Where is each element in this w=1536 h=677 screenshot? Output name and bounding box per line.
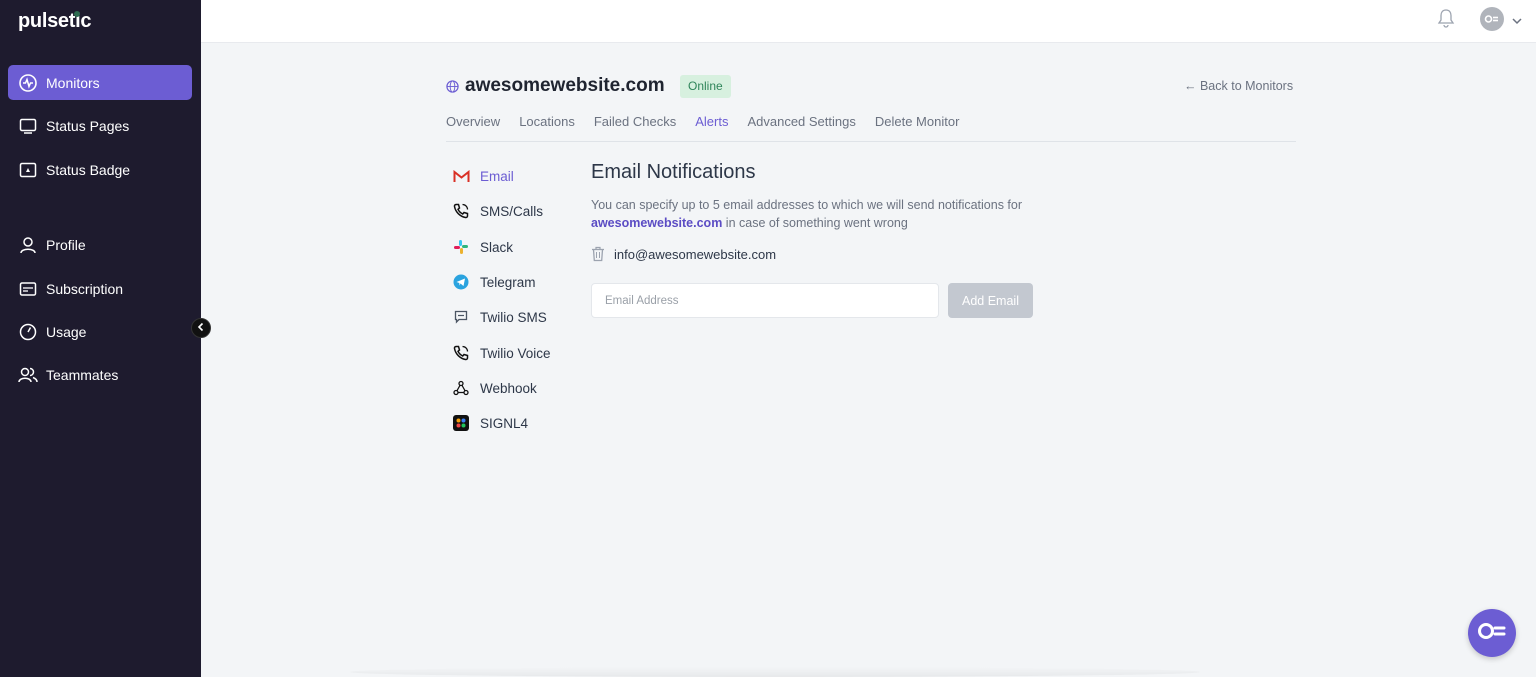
channel-signl4[interactable]: SIGNL4 <box>452 412 528 434</box>
sidebar-item-profile[interactable]: Profile <box>8 227 192 262</box>
status-badge: Online <box>680 75 731 98</box>
channel-label: SMS/Calls <box>480 203 544 219</box>
channel-twilio-voice[interactable]: Twilio Voice <box>452 342 551 364</box>
add-email-button[interactable]: Add Email <box>948 283 1033 318</box>
sidebar-item-monitors[interactable]: Monitors <box>8 65 192 100</box>
tab-delete-monitor[interactable]: Delete Monitor <box>875 114 960 129</box>
slack-icon <box>452 238 470 256</box>
email-list-item: info@awesomewebsite.com <box>591 245 776 263</box>
description-text: in case of something went wrong <box>722 216 908 230</box>
channel-label: Telegram <box>480 274 536 290</box>
description-text: You can specify up to 5 email addresses … <box>591 198 1023 212</box>
chevron-left-icon <box>196 319 206 337</box>
channel-email[interactable]: Email <box>452 165 514 187</box>
channel-twilio-sms[interactable]: Twilio SMS <box>452 306 547 328</box>
channel-label: Slack <box>480 239 514 255</box>
channel-sms-calls[interactable]: SMS/Calls <box>452 200 543 222</box>
channel-label: Twilio Voice <box>480 345 551 361</box>
bell-icon[interactable] <box>1436 8 1456 28</box>
sidebar-item-teammates[interactable]: Teammates <box>8 357 192 392</box>
gmail-icon <box>452 167 470 185</box>
teammates-icon <box>18 365 38 385</box>
sidebar-item-label: Teammates <box>46 366 119 383</box>
sidebar-item-label: Status Pages <box>46 117 130 134</box>
sidebar-item-label: Usage <box>46 323 87 340</box>
subscription-icon <box>18 279 38 299</box>
tab-alerts[interactable]: Alerts <box>695 114 728 129</box>
top-bar <box>201 0 1536 43</box>
phone-icon <box>452 202 470 220</box>
sidebar-item-status-badge[interactable]: Status Badge <box>8 152 192 187</box>
channel-telegram[interactable]: Telegram <box>452 271 536 293</box>
channel-label: Twilio SMS <box>480 309 547 325</box>
back-to-monitors-link[interactable]: ← Back to Monitors <box>1184 79 1293 93</box>
tab-failed-checks[interactable]: Failed Checks <box>594 114 676 129</box>
globe-icon <box>446 80 459 98</box>
website-link[interactable]: awesomewebsite.com <box>591 216 722 230</box>
bottom-shadow <box>350 667 1200 677</box>
chat-bubble-icon <box>452 308 470 326</box>
sidebar-item-usage[interactable]: Usage <box>8 314 192 349</box>
channel-label: Email <box>480 168 514 184</box>
usage-icon <box>18 322 38 342</box>
chevron-down-icon[interactable] <box>1512 12 1522 30</box>
sidebar-item-status-pages[interactable]: Status Pages <box>8 108 192 143</box>
sidebar-item-subscription[interactable]: Subscription <box>8 271 192 306</box>
channel-label: Webhook <box>480 380 537 396</box>
channel-slack[interactable]: Slack <box>452 236 513 258</box>
channel-webhook[interactable]: Webhook <box>452 377 537 399</box>
sidebar-item-label: Profile <box>46 236 86 253</box>
monitors-icon <box>18 73 38 93</box>
channel-label: SIGNL4 <box>480 415 529 431</box>
sidebar-item-label: Subscription <box>46 280 124 297</box>
tab-locations[interactable]: Locations <box>519 114 575 129</box>
sidebar: pulsetic Monitors Status Pages Status Ba… <box>0 0 201 677</box>
pulsetic-logo[interactable]: pulsetic <box>18 10 91 33</box>
page-title: awesomewebsite.com <box>465 75 665 96</box>
existing-email: info@awesomewebsite.com <box>614 246 777 262</box>
panel-title: Email Notifications <box>591 161 756 183</box>
webhook-icon <box>452 379 470 397</box>
signl4-icon <box>452 414 470 432</box>
tab-advanced-settings[interactable]: Advanced Settings <box>747 114 855 129</box>
phone-icon <box>452 344 470 362</box>
avatar[interactable] <box>1480 7 1504 31</box>
profile-icon <box>18 235 38 255</box>
monitor-tabs: Overview Locations Failed Checks Alerts … <box>446 114 959 129</box>
sidebar-item-label: Monitors <box>46 74 100 91</box>
trash-icon[interactable] <box>591 245 607 263</box>
email-address-input[interactable] <box>591 283 939 318</box>
panel-description: You can specify up to 5 email addresses … <box>591 196 1031 232</box>
tabs-divider <box>446 141 1296 142</box>
status-badge-icon <box>18 160 38 180</box>
telegram-icon <box>452 273 470 291</box>
sidebar-item-label: Status Badge <box>46 161 131 178</box>
chat-widget-button[interactable] <box>1468 609 1516 657</box>
tab-overview[interactable]: Overview <box>446 114 500 129</box>
status-pages-icon <box>18 116 38 136</box>
chat-logo-icon <box>1477 620 1507 647</box>
collapse-sidebar-button[interactable] <box>191 318 211 338</box>
